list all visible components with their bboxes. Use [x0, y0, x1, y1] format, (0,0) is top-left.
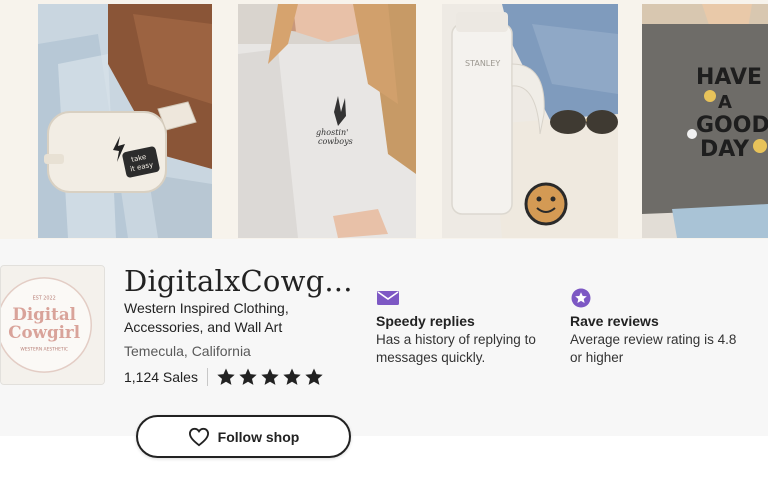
feature-description: Average review rating is 4.8 or higher — [570, 332, 737, 365]
feature-description: Has a history of replying to messages qu… — [376, 332, 536, 365]
follow-shop-label: Follow shop — [217, 428, 300, 445]
shop-location: Temecula, California — [124, 343, 251, 359]
tee-text-line2: A — [718, 92, 732, 113]
print-text-line2: cowboys — [318, 137, 353, 146]
shop-page: take it easy ghostin' cowboys STANLEY HA… — [0, 0, 768, 480]
tee-text-line4: DAY — [700, 137, 750, 162]
tumbler-brand-text: STANLEY — [465, 59, 500, 68]
envelope-icon — [377, 291, 399, 305]
star-icon — [261, 368, 279, 385]
star-badge-icon — [571, 288, 591, 308]
ghostin-cowboys-sweatshirt-photo: ghostin' cowboys — [238, 4, 416, 238]
star-icon — [305, 368, 323, 385]
star-icon — [283, 368, 301, 385]
shop-name[interactable]: DigitalxCowg... — [124, 264, 353, 298]
tee-text-line3: GOOD — [696, 113, 768, 138]
logo-top-text: EST 2022 — [33, 295, 56, 301]
feature-title: Rave reviews — [570, 313, 659, 329]
fanny-pack-photo: take it easy — [38, 4, 212, 238]
shop-logo[interactable]: EST 2022 Digital Cowgirl WESTERN AESTHET… — [0, 265, 105, 385]
star-icon — [217, 368, 235, 385]
feature-rave-reviews: Rave reviews Average review rating is 4.… — [570, 288, 750, 367]
print-text-line1: ghostin' — [316, 128, 348, 137]
star-rating[interactable] — [216, 367, 324, 387]
star-icon — [239, 368, 257, 385]
logo-line2: Cowgirl — [8, 322, 80, 342]
have-a-good-day-tee-photo: HAVE A GOOD DAY — [642, 4, 768, 238]
shop-description: Western Inspired Clothing, Accessories, … — [124, 300, 289, 335]
follow-shop-button[interactable]: Follow shop — [136, 415, 351, 458]
logo-bottom-text: WESTERN AESTHETIC — [20, 347, 68, 353]
stanley-tumbler-photo: STANLEY — [442, 4, 618, 238]
divider — [206, 368, 208, 386]
shop-banner: take it easy ghostin' cowboys STANLEY HA… — [0, 0, 768, 239]
feature-title: Speedy replies — [376, 313, 475, 329]
heart-icon — [188, 427, 209, 446]
feature-speedy-replies: Speedy replies Has a history of replying… — [376, 288, 556, 367]
sales-rating-row: 1,124 Sales — [124, 367, 324, 387]
tee-text-line1: HAVE — [696, 65, 762, 90]
sales-count: 1,124 Sales — [124, 369, 198, 385]
